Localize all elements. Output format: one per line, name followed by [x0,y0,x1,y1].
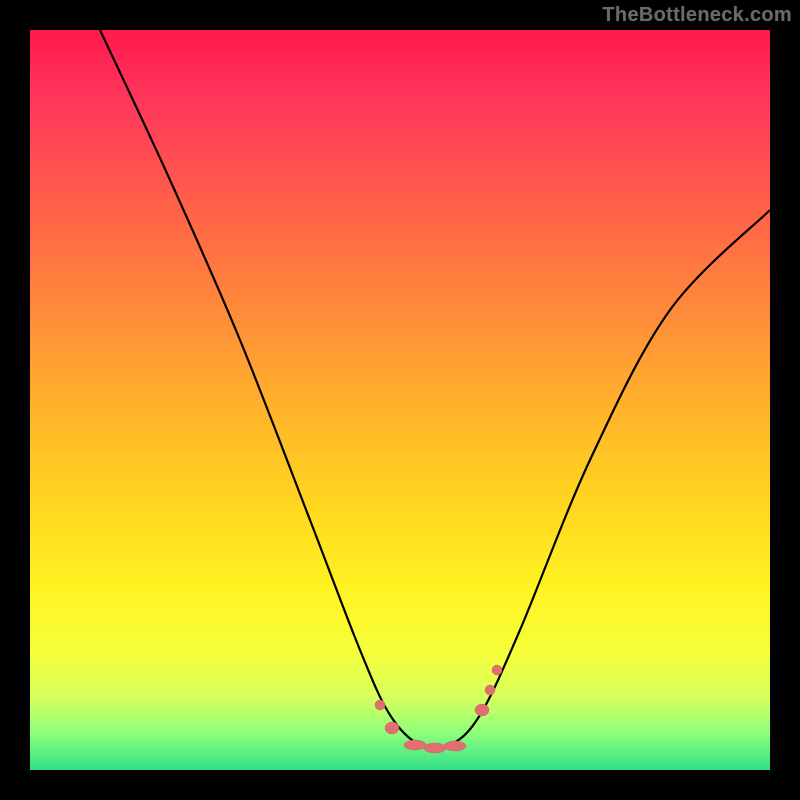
bead-right-1 [475,704,489,716]
bead-cluster-left2 [385,722,399,734]
bead-cluster [375,665,502,753]
curve-path [100,30,770,749]
plot-area [30,30,770,770]
bead-bottom-1 [404,740,426,750]
bead-right-2 [485,685,495,695]
bead-bottom-2 [424,743,446,753]
bead-cluster-left [375,700,385,710]
bead-bottom-3 [444,741,466,751]
bead-right-3 [492,665,502,675]
bottleneck-curve [30,30,770,770]
watermark-text: TheBottleneck.com [602,4,792,27]
